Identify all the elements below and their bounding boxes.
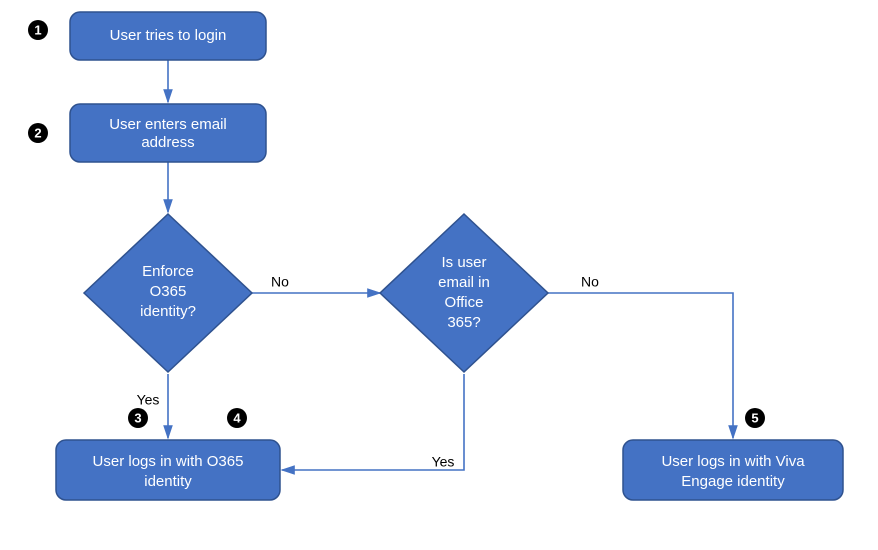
svg-text:Engage identity: Engage identity (681, 473, 785, 490)
svg-text:identity: identity (144, 473, 192, 490)
node-user-enters-email: User enters email address (70, 104, 266, 162)
node-user-enters-email-line2: address (141, 134, 194, 151)
svg-text:2: 2 (34, 125, 41, 140)
badge-5: 5 (745, 408, 765, 428)
svg-text:identity?: identity? (140, 303, 196, 320)
decision-enforce-o365-identity: Enforce O365 identity? (84, 214, 252, 372)
svg-text:Office: Office (445, 294, 484, 311)
node-user-tries-login: User tries to login (70, 12, 266, 60)
node-login-viva-engage: User logs in with Viva Engage identity (623, 440, 843, 500)
svg-text:Enforce: Enforce (142, 263, 194, 280)
svg-text:3: 3 (134, 410, 141, 425)
decision-email-in-o365: Is user email in Office 365? (380, 214, 548, 372)
svg-text:1: 1 (34, 22, 41, 37)
node-login-o365-identity: User logs in with O365 identity (56, 440, 280, 500)
label-d1-yes: Yes (137, 392, 160, 408)
svg-text:5: 5 (751, 410, 758, 425)
label-d2-no: No (581, 274, 599, 290)
badge-3: 3 (128, 408, 148, 428)
svg-text:User logs in with O365: User logs in with O365 (93, 453, 244, 470)
svg-text:email in: email in (438, 274, 490, 291)
node-user-tries-login-text: User tries to login (110, 27, 227, 44)
svg-text:Is user: Is user (441, 254, 486, 271)
svg-text:O365: O365 (150, 283, 187, 300)
node-user-enters-email-line1: User enters email (109, 116, 227, 133)
flowchart: User tries to login 1 User enters email … (0, 0, 878, 550)
arrow-d2-no-n4 (548, 293, 733, 438)
label-d1-no: No (271, 274, 289, 290)
svg-text:User logs in with Viva: User logs in with Viva (661, 453, 805, 470)
label-d2-yes: Yes (432, 454, 455, 470)
badge-1: 1 (28, 20, 48, 40)
svg-text:4: 4 (233, 410, 241, 425)
badge-2: 2 (28, 123, 48, 143)
svg-text:365?: 365? (447, 314, 480, 331)
badge-4: 4 (227, 408, 247, 428)
